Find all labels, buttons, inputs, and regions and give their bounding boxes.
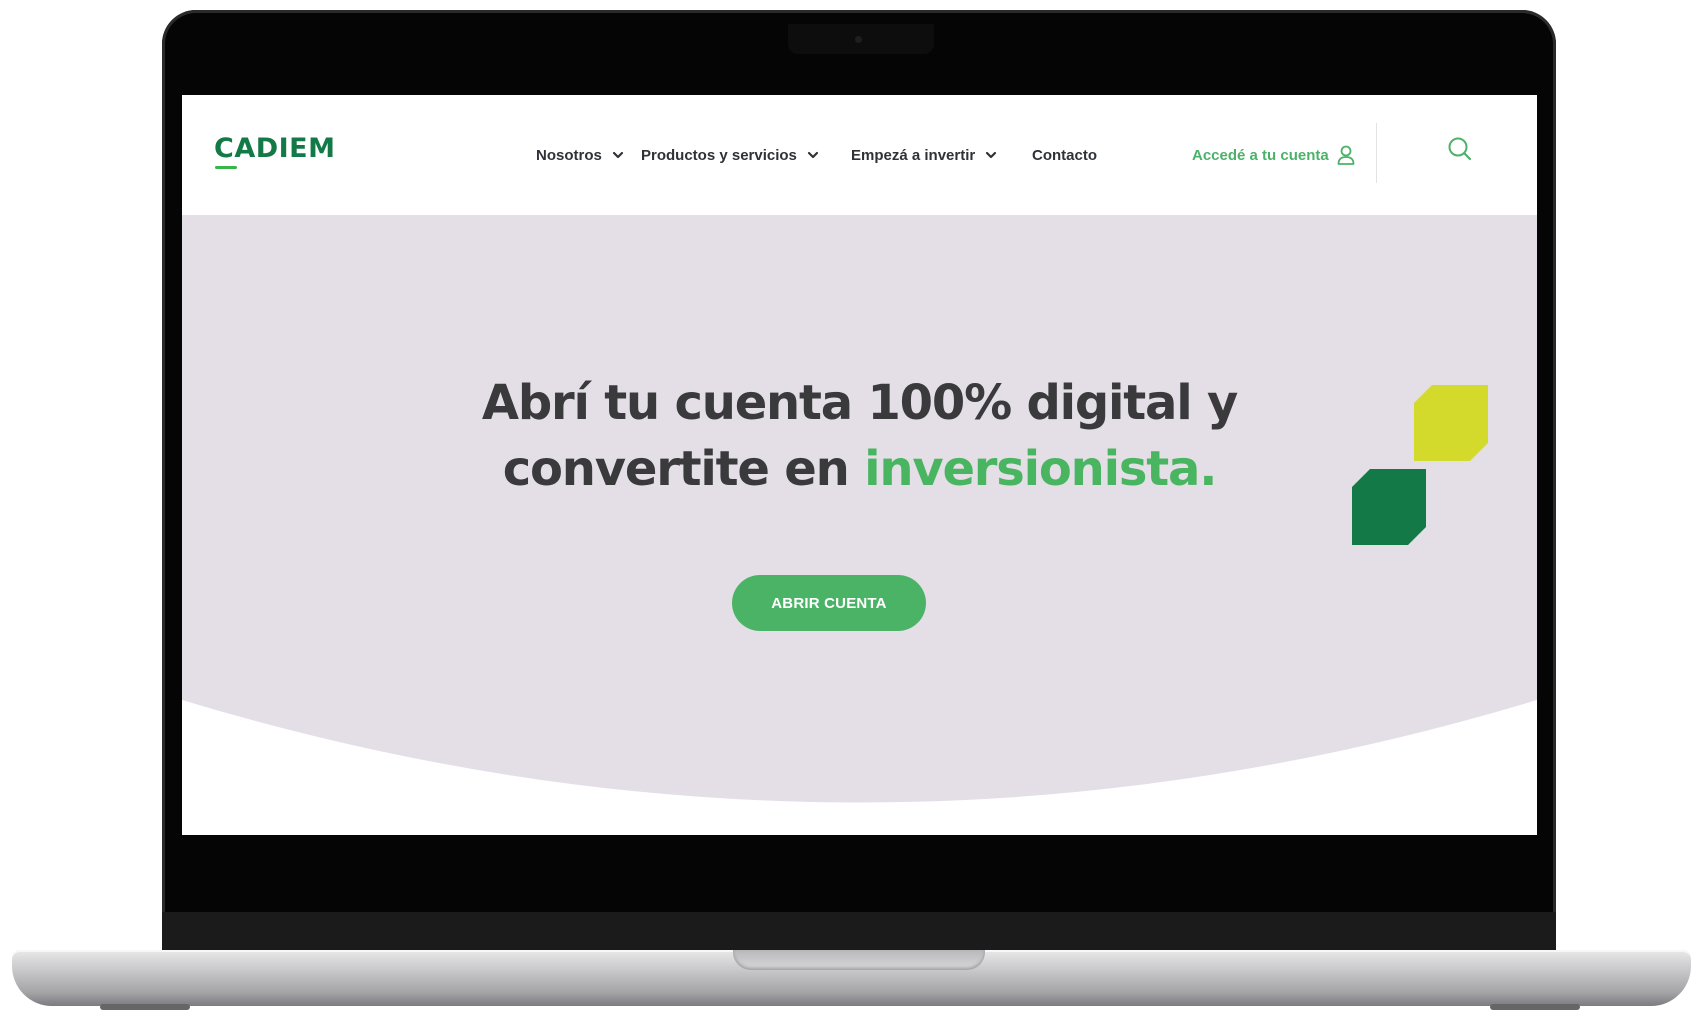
cadiem-logo[interactable]: CADIEM xyxy=(214,133,335,164)
nav-item-label: Productos y servicios xyxy=(641,146,797,164)
open-account-button[interactable]: ABRIR CUENTA xyxy=(732,575,926,631)
laptop-open-notch xyxy=(733,950,985,970)
search-button[interactable] xyxy=(1446,135,1474,163)
laptop-bezel-bottom xyxy=(162,912,1556,950)
hero-title-line2: convertite en xyxy=(502,441,865,497)
camera-icon xyxy=(855,36,862,43)
nav-item-nosotros[interactable]: Nosotros xyxy=(536,142,624,168)
site-header: CADIEM Nosotros Productos y servicios Em xyxy=(182,95,1537,215)
nav-item-label: Nosotros xyxy=(536,146,602,164)
laptop-foot xyxy=(1490,1004,1580,1010)
hero-background xyxy=(182,215,1537,803)
nav-item-contacto[interactable]: Contacto xyxy=(1032,142,1097,168)
search-icon xyxy=(1448,137,1472,161)
login-label: Accedé a tu cuenta xyxy=(1192,146,1329,164)
laptop-foot xyxy=(100,1004,190,1010)
decorative-shape-yellow xyxy=(1414,385,1488,461)
login-link[interactable]: Accedé a tu cuenta xyxy=(1192,142,1355,168)
hero-title-accent: inversionista. xyxy=(864,441,1217,497)
user-icon xyxy=(1337,145,1355,165)
nav-item-label: Empezá a invertir xyxy=(851,146,976,164)
hero-title: Abrí tu cuenta 100% digital y convertite… xyxy=(182,370,1537,502)
chevron-down-icon xyxy=(612,151,623,159)
nav-item-productos[interactable]: Productos y servicios xyxy=(641,142,819,168)
laptop-mockup: CADIEM Nosotros Productos y servicios Em xyxy=(0,0,1691,1012)
chevron-down-icon xyxy=(807,151,819,159)
chevron-down-icon xyxy=(986,151,997,159)
nav-item-label: Contacto xyxy=(1032,146,1097,164)
nav-item-empeza-a-invertir[interactable]: Empezá a invertir xyxy=(851,142,997,168)
laptop-screen: CADIEM Nosotros Productos y servicios Em xyxy=(182,95,1537,835)
logo-underline xyxy=(215,166,237,169)
hero-section: Abrí tu cuenta 100% digital y convertite… xyxy=(182,215,1537,835)
decorative-shape-green xyxy=(1352,469,1426,545)
hero-title-line1: Abrí tu cuenta 100% digital y xyxy=(481,375,1238,431)
header-divider xyxy=(1376,123,1377,183)
